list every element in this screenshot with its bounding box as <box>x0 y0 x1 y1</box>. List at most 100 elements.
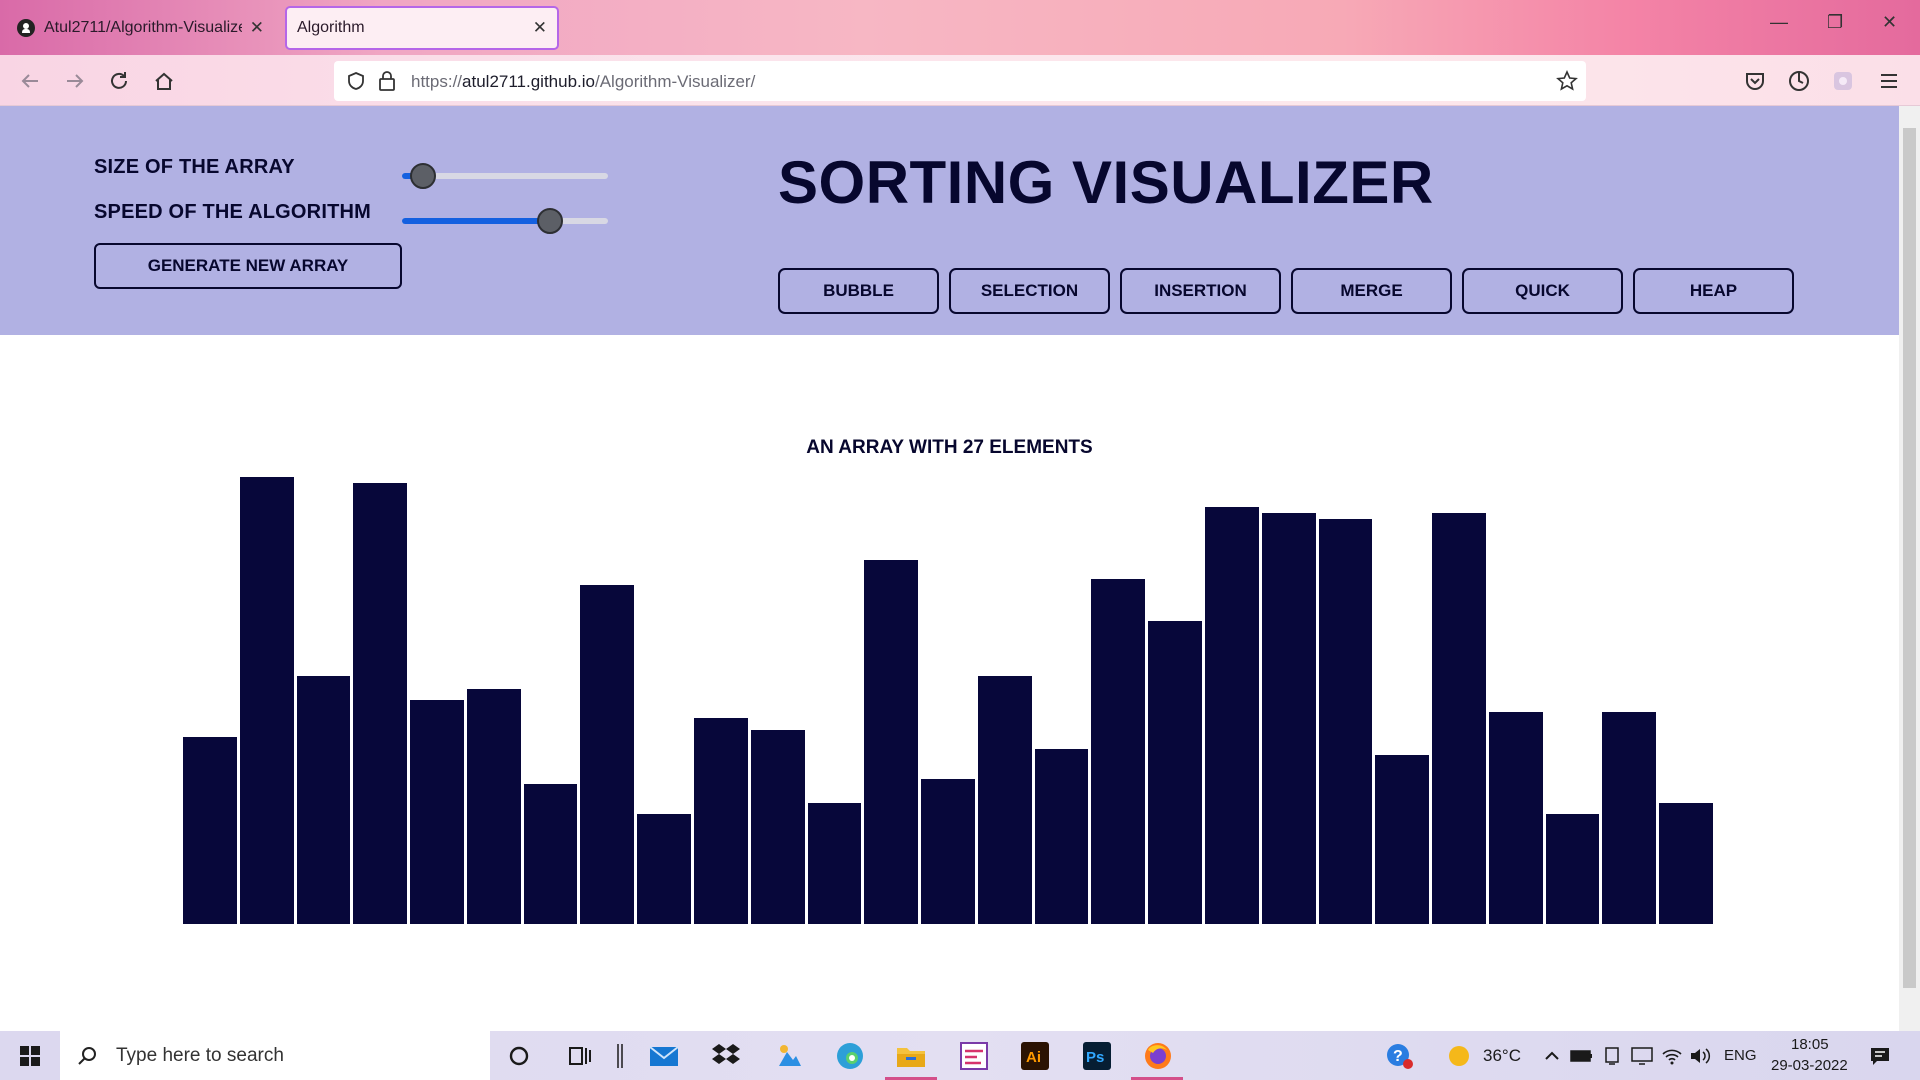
array-bars <box>0 106 1899 1031</box>
menu-button[interactable] <box>1875 67 1903 95</box>
photoshop-app[interactable]: Ps <box>1081 1040 1113 1072</box>
notification-icon <box>1871 1048 1889 1065</box>
folder-icon <box>897 1048 925 1067</box>
battery-icon <box>1570 1050 1592 1062</box>
firefox-app[interactable] <box>1142 1040 1174 1072</box>
close-tab-icon[interactable]: ✕ <box>533 18 547 38</box>
github-icon <box>17 19 35 37</box>
weather-temperature[interactable]: 36°C <box>1483 1046 1521 1066</box>
array-bar <box>183 737 237 924</box>
help-tray-button[interactable]: ? <box>1384 1040 1416 1072</box>
device-icon <box>1605 1047 1619 1065</box>
volume-tray[interactable] <box>1684 1040 1716 1072</box>
minimize-icon[interactable]: — <box>1770 12 1788 33</box>
input-language[interactable]: ENG <box>1724 1047 1757 1064</box>
array-bar <box>977 676 1032 924</box>
dropbox-icon <box>712 1044 740 1064</box>
array-bar <box>580 585 635 924</box>
timer-icon <box>1789 71 1809 91</box>
page-scrollbar[interactable] <box>1899 106 1920 1031</box>
array-bar <box>807 803 862 924</box>
device-tray[interactable] <box>1596 1040 1628 1072</box>
lock-icon[interactable] <box>378 70 396 92</box>
tray-chevron[interactable] <box>1536 1040 1568 1072</box>
home-button[interactable] <box>150 67 178 95</box>
extension-button-2[interactable] <box>1829 67 1857 95</box>
tab-algorithm[interactable]: Algorithm ✕ <box>285 6 559 50</box>
home-icon <box>155 72 173 90</box>
firefox-icon <box>1145 1043 1171 1069</box>
weather-button[interactable] <box>1443 1040 1475 1072</box>
cortana-icon <box>509 1046 529 1066</box>
restore-icon[interactable]: ❐ <box>1827 12 1843 33</box>
array-bar <box>1545 814 1600 924</box>
battery-tray[interactable] <box>1566 1040 1598 1072</box>
reload-button[interactable] <box>105 67 133 95</box>
array-bar <box>637 814 691 924</box>
array-bar <box>410 700 464 924</box>
photos-app[interactable] <box>773 1040 805 1072</box>
snip-icon <box>960 1042 988 1070</box>
array-bar <box>1205 507 1259 924</box>
display-tray[interactable] <box>1626 1040 1658 1072</box>
taskbar-divider-app[interactable] <box>604 1040 636 1072</box>
array-bar <box>1091 579 1146 924</box>
scrollbar-thumb[interactable] <box>1903 128 1916 988</box>
hamburger-menu-icon <box>1881 74 1897 88</box>
page-viewport: SIZE OF THE ARRAY SPEED OF THE ALGORITHM… <box>0 106 1899 1031</box>
photoshop-icon: Ps <box>1083 1042 1111 1070</box>
file-explorer-app[interactable] <box>895 1040 927 1072</box>
tab-label: Atul2711/Algorithm-Visualizer: <box>44 19 242 36</box>
url-text[interactable]: https://atul2711.github.io/Algorithm-Vis… <box>411 72 755 92</box>
array-bar <box>1034 749 1089 924</box>
back-button[interactable] <box>16 67 44 95</box>
svg-text:?: ? <box>1393 1048 1403 1065</box>
taskbar-search-box[interactable]: Type here to search <box>60 1031 490 1080</box>
notifications-button[interactable] <box>1864 1040 1896 1072</box>
illustrator-app[interactable]: Ai <box>1019 1040 1051 1072</box>
wifi-icon <box>1662 1049 1682 1065</box>
array-bar <box>750 730 805 924</box>
extension-button[interactable] <box>1785 67 1813 95</box>
shield-icon[interactable] <box>346 71 366 91</box>
tab-github[interactable]: Atul2711/Algorithm-Visualizer: ✕ <box>6 6 274 50</box>
photos-icon <box>779 1045 801 1066</box>
array-bar <box>1488 712 1543 924</box>
task-view-button[interactable] <box>564 1040 596 1072</box>
forward-button[interactable] <box>61 67 89 95</box>
array-bar <box>353 483 408 924</box>
sun-icon <box>1449 1046 1469 1066</box>
browser-nav-bar: https://atul2711.github.io/Algorithm-Vis… <box>0 55 1920 106</box>
edge-app[interactable] <box>834 1040 866 1072</box>
monitor-icon <box>1631 1047 1653 1065</box>
array-bar <box>466 689 521 924</box>
mail-app[interactable] <box>648 1040 680 1072</box>
close-tab-icon[interactable]: ✕ <box>250 18 264 38</box>
pocket-button[interactable] <box>1741 67 1769 95</box>
array-bar <box>1375 755 1430 924</box>
cortana-button[interactable] <box>503 1040 535 1072</box>
help-icon: ? <box>1387 1044 1413 1069</box>
array-bar <box>1432 513 1486 924</box>
close-window-icon[interactable]: ✕ <box>1882 12 1897 33</box>
arrow-right-icon <box>67 74 84 88</box>
url-path: /Algorithm-Visualizer/ <box>595 72 756 91</box>
illustrator-icon: Ai <box>1021 1042 1049 1070</box>
array-bar <box>296 676 351 924</box>
snipping-app[interactable] <box>958 1040 990 1072</box>
search-placeholder: Type here to search <box>116 1044 284 1066</box>
array-bar <box>1261 513 1316 924</box>
windows-start-button[interactable] <box>14 1040 46 1072</box>
dropbox-app[interactable] <box>710 1040 742 1072</box>
clock-date[interactable]: 29-03-2022 <box>1771 1057 1848 1074</box>
url-bar[interactable]: https://atul2711.github.io/Algorithm-Vis… <box>334 61 1586 101</box>
search-icon <box>78 1046 96 1065</box>
clock-time[interactable]: 18:05 <box>1791 1036 1829 1053</box>
task-view-icon <box>569 1047 591 1065</box>
array-bar <box>694 718 748 924</box>
pocket-icon <box>1746 73 1764 90</box>
svg-text:Ps: Ps <box>1086 1049 1104 1066</box>
star-icon[interactable] <box>1556 70 1578 92</box>
taskbar: Type here to search Ai Ps ? 36°C ENG 18:… <box>0 1031 1920 1080</box>
reload-icon <box>111 72 127 89</box>
